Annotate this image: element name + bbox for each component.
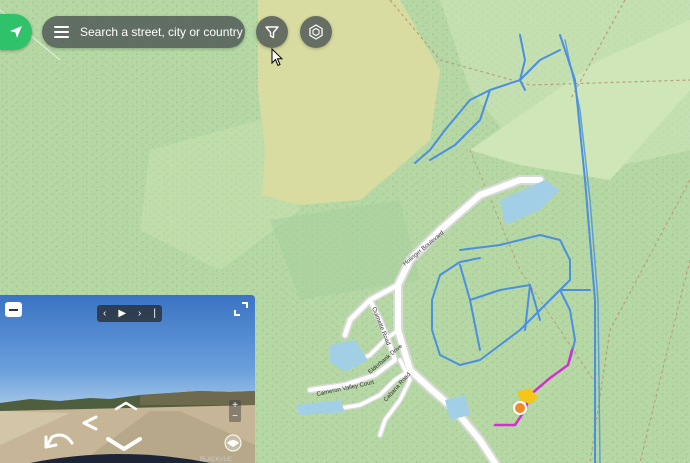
play-button[interactable]: ▶	[118, 308, 126, 319]
street-view-panel[interactable]: BLACKVUE ‹ ▶ › | + −	[0, 295, 255, 463]
previous-frame-button[interactable]: ‹	[103, 308, 106, 319]
viewer-zoom-controls: + −	[229, 400, 241, 422]
minimize-viewer-button[interactable]	[5, 302, 22, 317]
cube-layers-icon	[309, 24, 323, 40]
dashcam-watermark: BLACKVUE	[200, 457, 232, 463]
minus-icon	[9, 308, 18, 311]
playback-controls: ‹ ▶ › |	[97, 305, 162, 322]
zoom-in-button[interactable]: +	[229, 400, 241, 411]
layers-button[interactable]	[300, 16, 332, 48]
speed-slider-handle[interactable]: |	[153, 308, 156, 319]
hamburger-menu-icon[interactable]	[54, 26, 76, 38]
mouse-pointer-icon	[271, 48, 283, 67]
next-frame-button[interactable]: ›	[138, 308, 141, 319]
search-placeholder[interactable]: Search a street, city or country	[80, 25, 243, 39]
location-arrow-icon	[10, 26, 22, 38]
search-bar[interactable]: Search a street, city or country	[42, 16, 245, 48]
expand-icon[interactable]	[233, 301, 249, 317]
funnel-filter-icon	[265, 26, 279, 39]
filter-button[interactable]	[256, 16, 288, 48]
zoom-out-button[interactable]: −	[229, 411, 241, 422]
current-position-marker	[513, 401, 527, 415]
view-angle-icon[interactable]	[224, 434, 242, 452]
